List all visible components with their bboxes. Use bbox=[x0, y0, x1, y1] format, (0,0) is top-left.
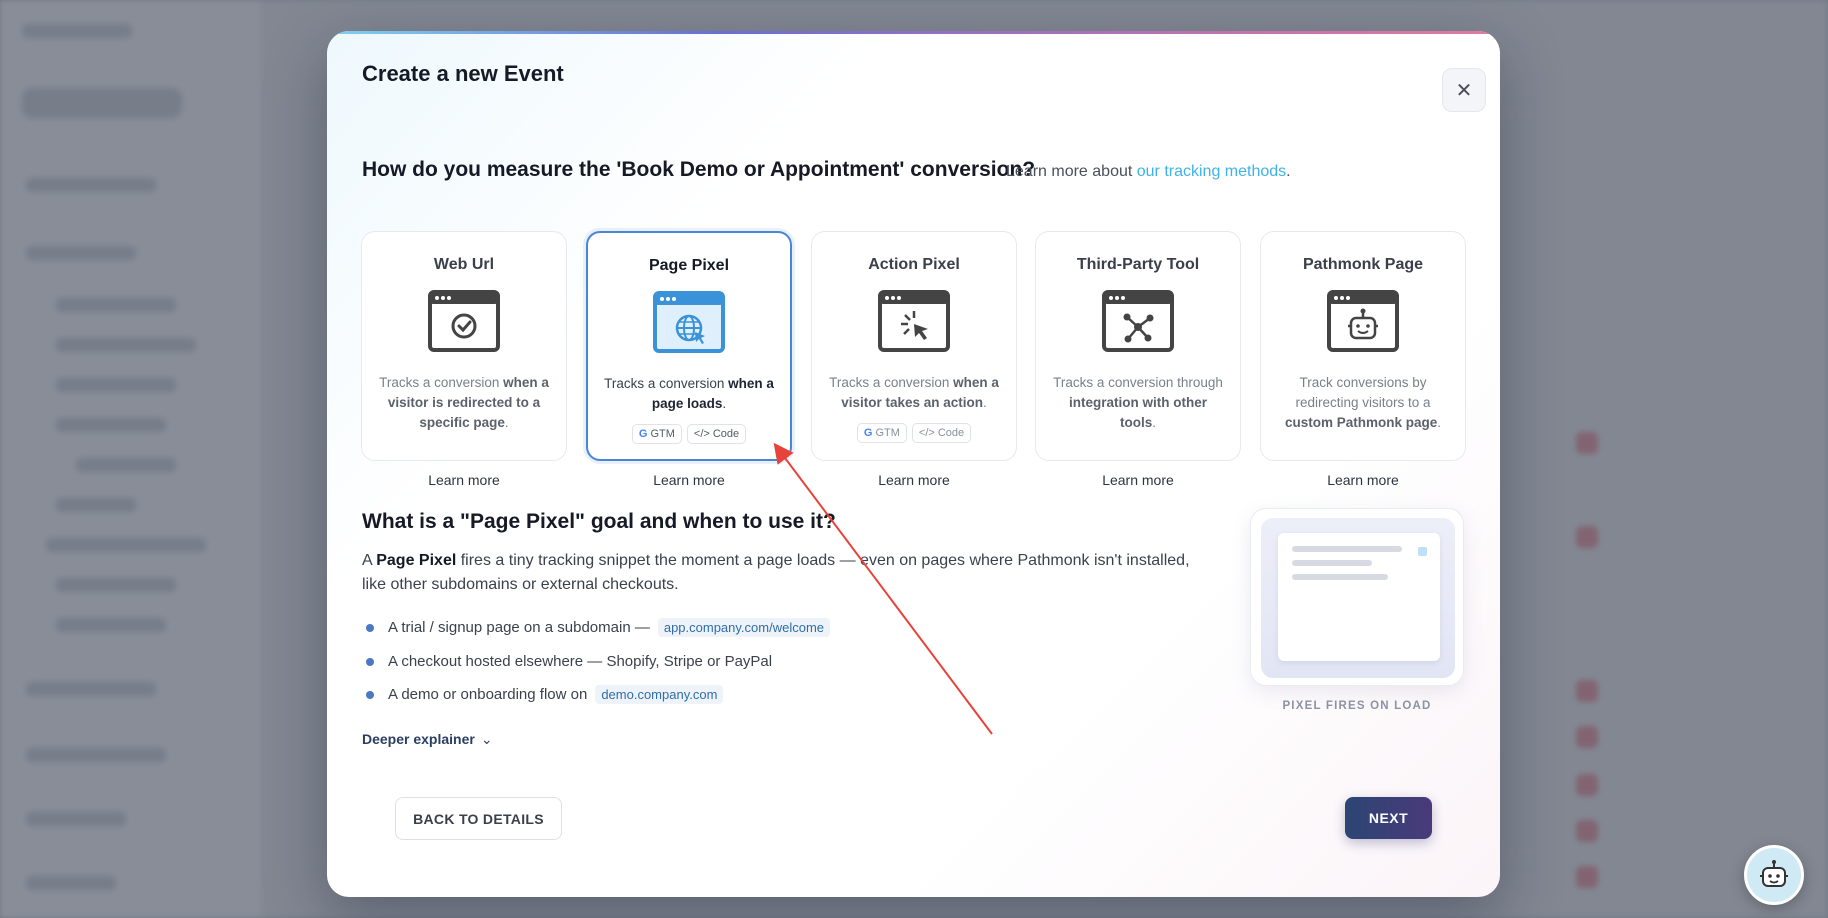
annotation-arrow bbox=[773, 442, 993, 735]
robot-icon bbox=[1760, 860, 1788, 887]
assistant-bot-button[interactable] bbox=[1744, 845, 1804, 905]
